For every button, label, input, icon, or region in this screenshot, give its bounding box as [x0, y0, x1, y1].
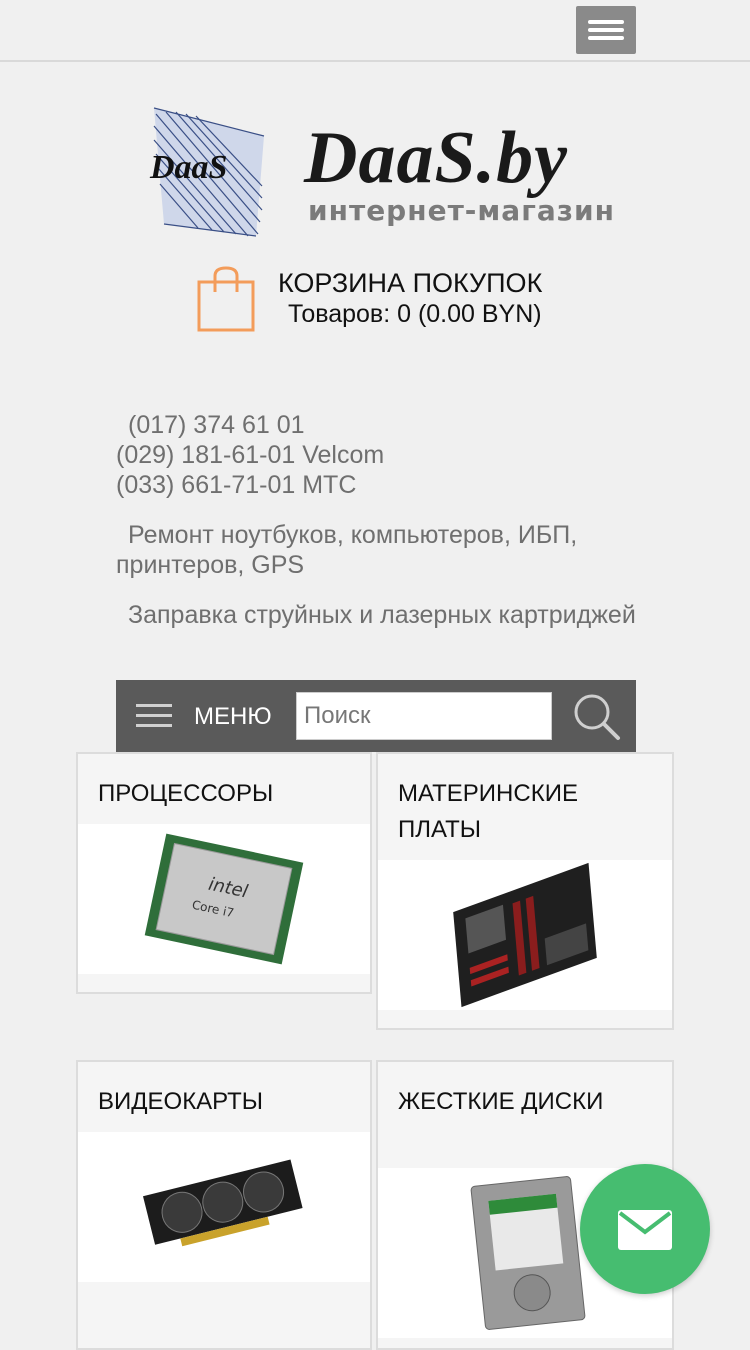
cart-title: КОРЗИНА ПОКУПОК — [278, 268, 543, 298]
nav-bar: МЕНЮ — [116, 680, 636, 752]
category-card-cpu[interactable]: ПРОЦЕССОРЫ intel Core i7 — [76, 752, 372, 994]
gpu-image — [78, 1132, 370, 1282]
cpu-image: intel Core i7 — [78, 824, 370, 974]
menu-label[interactable]: МЕНЮ — [194, 703, 272, 731]
category-title: ПРОЦЕССОРЫ — [98, 780, 274, 807]
shopping-cart[interactable]: КОРЗИНА ПОКУПОК Товаров: 0 (0.00 BYN) — [196, 266, 576, 336]
search-icon[interactable] — [572, 692, 622, 742]
category-card-motherboard[interactable]: МАТЕРИНСКИЕ ПЛАТЫ — [376, 752, 674, 1030]
motherboard-image — [378, 860, 672, 1010]
category-title: ЖЕСТКИЕ ДИСКИ — [398, 1088, 604, 1115]
category-title: МАТЕРИНСКИЕ ПЛАТЫ — [398, 780, 578, 843]
contact-phones: (017) 374 61 01 (029) 181-61-01 Velcom (… — [116, 410, 636, 500]
service-repair: Ремонт ноутбуков, компьютеров, ИБП, прин… — [116, 520, 636, 580]
phone-velcom[interactable]: (029) 181-61-01 Velcom — [116, 440, 636, 470]
contact-mail-button[interactable] — [580, 1164, 710, 1294]
logo-subtitle: интернет-магазин — [308, 194, 615, 227]
mail-icon — [618, 1210, 672, 1250]
phone-landline[interactable]: (017) 374 61 01 — [116, 410, 636, 440]
logo-emblem-text: DaaS — [149, 149, 227, 186]
menu-hamburger-icon[interactable] — [136, 700, 172, 732]
category-title: ВИДЕОКАРТЫ — [98, 1088, 264, 1115]
hamburger-button[interactable] — [576, 6, 636, 54]
service-refill: Заправка струйных и лазерных картриджей — [116, 600, 636, 630]
cart-summary: Товаров: 0 (0.00 BYN) — [288, 300, 542, 328]
shopping-bag-icon — [197, 266, 255, 332]
search-input[interactable] — [296, 692, 552, 740]
service-refill-text: Заправка струйных и лазерных картриджей — [128, 601, 636, 629]
logo-title: DaaS.by — [304, 117, 568, 199]
logo-emblem: DaaS — [149, 107, 265, 237]
service-repair-text: Ремонт ноутбуков, компьютеров, ИБП, прин… — [116, 521, 578, 579]
category-card-gpu[interactable]: ВИДЕОКАРТЫ — [76, 1060, 372, 1350]
top-bar — [0, 0, 750, 62]
site-logo[interactable]: DaaS DaaS.by интернет-магазин — [136, 104, 614, 240]
phone-mts[interactable]: (033) 661-71-01 МТС — [116, 470, 636, 500]
